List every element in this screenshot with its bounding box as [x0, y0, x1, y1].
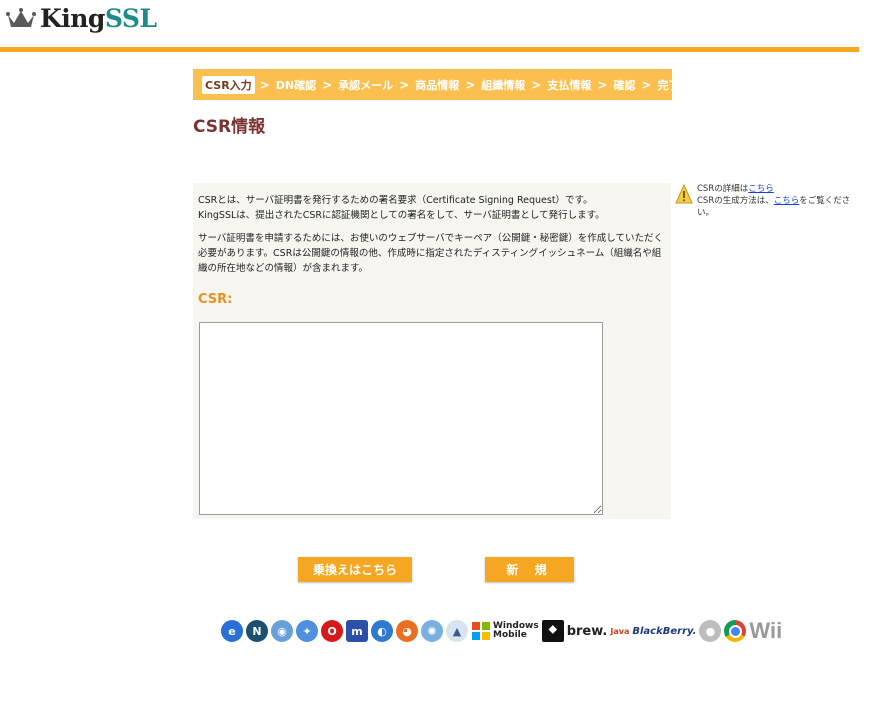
firefox-icon: ◕ — [396, 620, 418, 642]
step-separator: > — [399, 77, 410, 92]
step-dn-confirm: DN確認 — [275, 78, 317, 92]
apple-icon: ● — [699, 620, 722, 642]
browser-icons-row: e N ◉ ✦ O m ◐ ◕ ✺ ▲ Windows Mobile ⯁ brew… — [221, 615, 782, 647]
side-note-text: CSRの詳細はこちら CSRの生成方法は、こちらをご覧ください。 — [697, 184, 851, 218]
csr-description: CSRとは、サーバ証明書を発行するための署名要求（Certificate Sig… — [198, 193, 668, 284]
logo-text: KingSSL — [40, 3, 157, 33]
netscape-icon: N — [246, 620, 268, 642]
step-separator: > — [259, 77, 270, 92]
step-org-info: 組織情報 — [481, 78, 526, 92]
crown-icon — [6, 8, 36, 27]
seamonkey-icon: ◐ — [371, 620, 393, 642]
android-like-icon: ▲ — [446, 620, 468, 642]
windows-logo-icon — [472, 622, 490, 640]
java-icon: Java — [610, 626, 630, 636]
kingssl-logo[interactable]: KingSSL — [6, 2, 157, 34]
windows-mobile-icon: Windows Mobile — [471, 621, 539, 641]
switch-button[interactable]: 乗換えはこちら — [298, 557, 412, 582]
step-separator: > — [597, 77, 608, 92]
step-csr-input: CSR入力 — [202, 75, 255, 94]
ie-icon: e — [221, 620, 243, 642]
step-separator: > — [465, 77, 476, 92]
csr-textarea[interactable] — [199, 322, 603, 515]
desc-line-2: KingSSLは、提出されたCSRに認証機関としての署名をして、サーバ証明書とし… — [198, 210, 605, 221]
opera-icon: O — [321, 620, 343, 642]
step-separator: > — [641, 77, 652, 92]
mozilla-icon: ◉ — [271, 620, 293, 642]
desc-paragraph-2: サーバ証明書を申請するためには、お使いのウェブサーバでキーペア（公開鍵・秘密鍵）… — [198, 233, 664, 274]
step-payment-info: 支払情報 — [547, 78, 592, 92]
warning-icon — [675, 183, 693, 204]
step-separator: > — [531, 77, 542, 92]
blackberry-icon: BlackBerry. — [632, 625, 697, 637]
desc-line-1: CSRとは、サーバ証明書を発行するための署名要求（Certificate Sig… — [198, 195, 593, 206]
csr-generation-link[interactable]: こちら — [774, 196, 800, 206]
camino-icon: ✺ — [421, 620, 443, 642]
wii-icon: Wii — [749, 618, 783, 643]
playstation-icon: ⯁ — [541, 620, 564, 642]
new-button[interactable]: 新 規 — [485, 557, 574, 582]
csr-label: CSR: — [198, 292, 233, 307]
step-approval-mail: 承認メール — [338, 78, 394, 92]
brew-icon: brew. — [566, 623, 608, 639]
step-product-info: 商品情報 — [415, 78, 460, 92]
progress-steps: CSR入力 > DN確認 > 承認メール > 商品情報 > 組織情報 > 支払情… — [193, 69, 679, 100]
step-complete: 完了 — [657, 78, 680, 92]
side-note: CSRの詳細はこちら CSRの生成方法は、こちらをご覧ください。 — [675, 183, 855, 219]
csr-detail-link[interactable]: こちら — [748, 184, 774, 194]
browser-compat-strip: e N ◉ ✦ O m ◐ ◕ ✺ ▲ Windows Mobile ⯁ brew… — [221, 615, 811, 675]
safari-icon: ✦ — [296, 620, 318, 642]
chrome-icon — [724, 620, 747, 642]
step-separator: > — [322, 77, 333, 92]
header-rule — [0, 47, 859, 52]
page-title: CSR情報 — [193, 117, 266, 137]
konqueror-icon: m — [346, 620, 368, 642]
step-confirm: 確認 — [613, 78, 636, 92]
csr-panel: CSRとは、サーバ証明書を発行するための署名要求（Certificate Sig… — [193, 183, 671, 519]
